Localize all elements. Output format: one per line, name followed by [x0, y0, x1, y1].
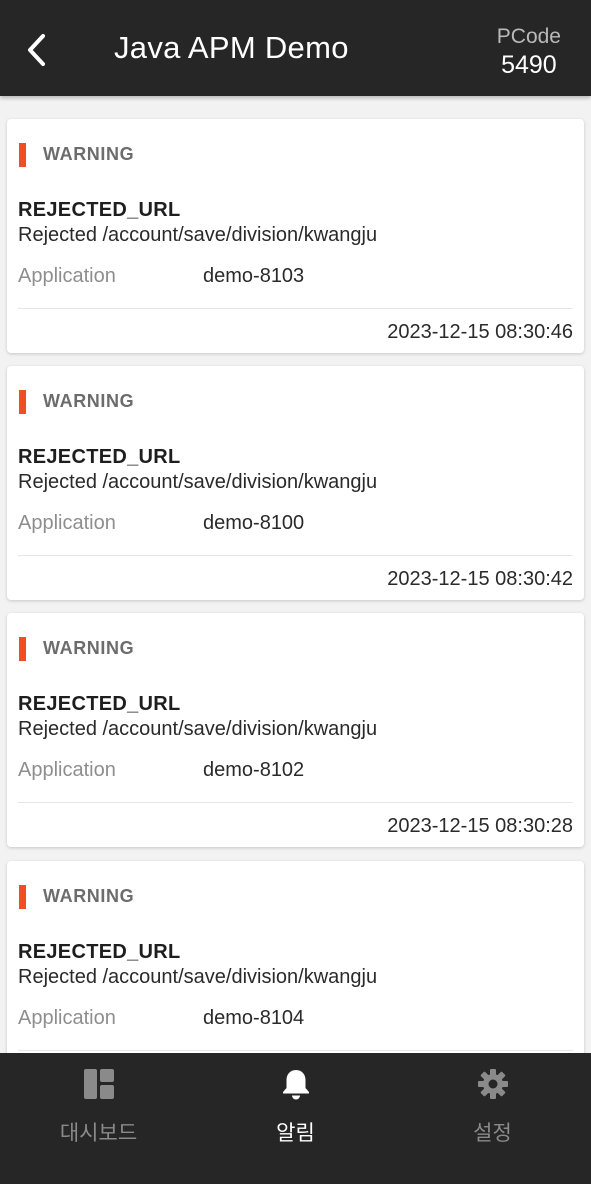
- bottom-tab-bar: 대시보드 알림 설정: [0, 1053, 591, 1184]
- alert-card[interactable]: WARNING REJECTED_URL Rejected /account/s…: [7, 861, 584, 1053]
- application-value: demo-8104: [203, 1007, 305, 1029]
- alert-level: WARNING: [43, 144, 135, 164]
- pcode-label: PCode: [496, 25, 561, 48]
- application-value: demo-8100: [203, 512, 305, 534]
- pcode-value: 5490: [501, 51, 557, 79]
- divider: [18, 555, 573, 556]
- back-button[interactable]: [18, 30, 54, 70]
- divider: [18, 1050, 573, 1051]
- dashboard-icon: [82, 1067, 116, 1101]
- alert-level: WARNING: [43, 391, 135, 411]
- alert-card[interactable]: WARNING REJECTED_URL Rejected /account/s…: [7, 613, 584, 847]
- alert-timestamp: 2023-12-15 08:30:46: [387, 321, 573, 343]
- alert-card[interactable]: WARNING REJECTED_URL Rejected /account/s…: [7, 366, 584, 600]
- alert-list[interactable]: WARNING REJECTED_URL Rejected /account/s…: [0, 96, 591, 1053]
- alert-name: REJECTED_URL: [18, 199, 181, 221]
- gear-icon: [476, 1067, 510, 1101]
- alert-message: Rejected /account/save/division/kwangju: [18, 966, 378, 988]
- alert-timestamp: 2023-12-15 08:30:28: [387, 815, 573, 837]
- warning-level-indicator: [19, 390, 26, 414]
- app-header: Java APM Demo PCode 5490: [0, 0, 591, 96]
- application-value: demo-8103: [203, 265, 305, 287]
- tab-alerts[interactable]: 알림: [197, 1053, 394, 1184]
- tab-settings[interactable]: 설정: [394, 1053, 591, 1184]
- application-label: Application: [18, 265, 116, 287]
- warning-level-indicator: [19, 143, 26, 167]
- alert-level: WARNING: [43, 886, 135, 906]
- alert-message: Rejected /account/save/division/kwangju: [18, 224, 378, 246]
- page-title: Java APM Demo: [114, 30, 349, 65]
- alert-message: Rejected /account/save/division/kwangju: [18, 471, 378, 493]
- alert-timestamp: 2023-12-15 08:30:42: [387, 568, 573, 590]
- bell-icon: [279, 1067, 313, 1101]
- chevron-left-icon: [28, 34, 45, 66]
- alert-name: REJECTED_URL: [18, 693, 181, 715]
- warning-level-indicator: [19, 885, 26, 909]
- pcode-display: PCode 5490: [497, 24, 561, 80]
- tab-label: 설정: [473, 1122, 512, 1145]
- warning-level-indicator: [19, 637, 26, 661]
- tab-dashboard[interactable]: 대시보드: [0, 1053, 197, 1184]
- application-label: Application: [18, 512, 116, 534]
- application-label: Application: [18, 759, 116, 781]
- application-label: Application: [18, 1007, 116, 1029]
- tab-label: 대시보드: [59, 1122, 138, 1145]
- divider: [18, 802, 573, 803]
- application-value: demo-8102: [203, 759, 305, 781]
- alert-level: WARNING: [43, 638, 135, 658]
- alert-name: REJECTED_URL: [18, 941, 181, 963]
- alert-name: REJECTED_URL: [18, 446, 181, 468]
- tab-label: 알림: [276, 1122, 315, 1145]
- alert-message: Rejected /account/save/division/kwangju: [18, 718, 378, 740]
- alert-card[interactable]: WARNING REJECTED_URL Rejected /account/s…: [7, 119, 584, 353]
- divider: [18, 308, 573, 309]
